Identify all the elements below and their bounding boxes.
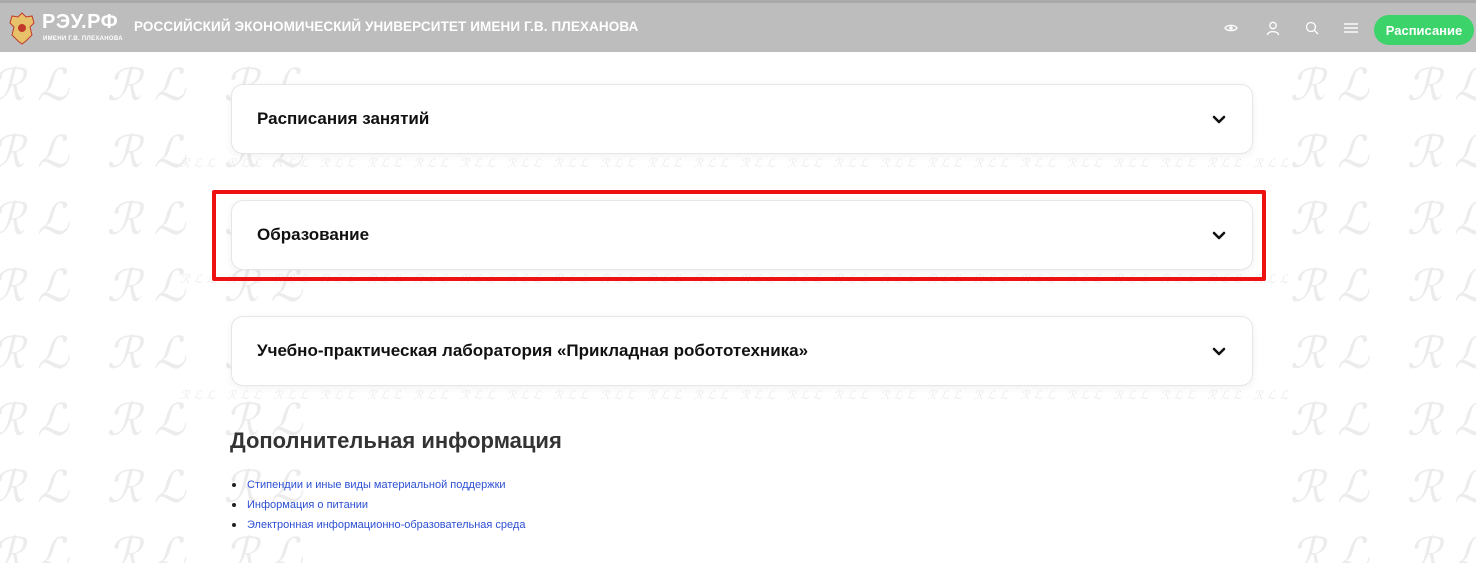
accordion-title: Учебно-практическая лаборатория «Приклад… bbox=[257, 341, 809, 360]
chevron-down-icon[interactable] bbox=[1211, 112, 1227, 128]
watermark-band: ℛℒℒ ℛℒℒ ℛℒℒ ℛℒℒ ℛℒℒ ℛℒℒ ℛℒℒ ℛℒℒ ℛℒℒ ℛℒℒ … bbox=[180, 388, 1300, 402]
schedule-button[interactable]: Расписание bbox=[1374, 15, 1474, 45]
search-icon[interactable] bbox=[1303, 19, 1321, 37]
watermark-pattern: ℛℒ ℛℒ ℛℒ ℛℒ ℛℒ ℛℒ ℛℒ ℛℒ ℛℒ ℛℒ ℛℒ ℛℒ ℛℒ ℛ… bbox=[1290, 60, 1476, 563]
bullet-icon bbox=[232, 483, 236, 487]
coat-of-arms-icon[interactable] bbox=[8, 11, 36, 45]
watermark-band: ℛℒℒ ℛℒℒ ℛℒℒ ℛℒℒ ℛℒℒ ℛℒℒ ℛℒℒ ℛℒℒ ℛℒℒ ℛℒℒ … bbox=[180, 156, 1300, 170]
list-item: Информация о питании bbox=[230, 495, 525, 515]
accordion-schedules[interactable]: Расписания занятий bbox=[231, 84, 1253, 154]
list-item: Стипендии и иные виды материальной подде… bbox=[230, 475, 525, 495]
bullet-icon bbox=[232, 503, 236, 507]
logo-subtitle: ИМЕНИ Г.В. ПЛЕХАНОВА bbox=[43, 36, 123, 42]
watermark-pattern: ℛℒ ℛℒ ℛℒ ℛℒ ℛℒ ℛℒ ℛℒ ℛℒ ℛℒ ℛℒ ℛℒ ℛℒ ℛℒ ℛ… bbox=[0, 60, 315, 563]
site-header: РЭУ.РФ ИМЕНИ Г.В. ПЛЕХАНОВА РОССИЙСКИЙ Э… bbox=[0, 0, 1476, 52]
additional-info-heading: Дополнительная информация bbox=[230, 428, 562, 453]
eye-icon[interactable] bbox=[1222, 19, 1240, 37]
accordion-robotics-lab[interactable]: Учебно-практическая лаборатория «Приклад… bbox=[231, 316, 1253, 386]
link-e-learning-environment[interactable]: Электронная информационно-образовательна… bbox=[247, 519, 525, 531]
accordion-title: Расписания занятий bbox=[257, 109, 430, 128]
highlight-box bbox=[212, 190, 1266, 281]
user-icon[interactable] bbox=[1264, 19, 1282, 37]
logo-text[interactable]: РЭУ.РФ bbox=[42, 11, 118, 33]
link-nutrition-info[interactable]: Информация о питании bbox=[247, 499, 368, 511]
site-title[interactable]: РОССИЙСКИЙ ЭКОНОМИЧЕСКИЙ УНИВЕРСИТЕТ ИМЕ… bbox=[134, 19, 638, 34]
menu-icon[interactable] bbox=[1342, 19, 1360, 37]
list-item: Электронная информационно-образовательна… bbox=[230, 515, 525, 535]
chevron-down-icon[interactable] bbox=[1211, 344, 1227, 360]
link-scholarships[interactable]: Стипендии и иные виды материальной подде… bbox=[247, 479, 506, 491]
bullet-icon bbox=[232, 523, 236, 527]
additional-info-list: Стипендии и иные виды материальной подде… bbox=[230, 475, 525, 535]
